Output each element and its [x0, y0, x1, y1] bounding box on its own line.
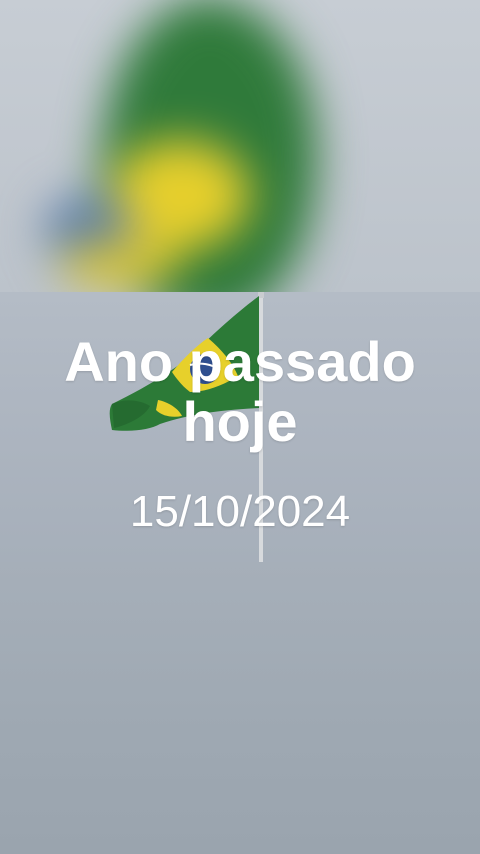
blurred-background-top: [0, 0, 480, 292]
post-date: 15/10/2024: [129, 487, 351, 536]
headline-line-1: Ano passado: [64, 330, 416, 393]
blurred-background-bottom: [0, 562, 480, 854]
story-screen[interactable]: Ano passado hoje 15/10/2024: [0, 0, 480, 854]
headline: Ano passado hoje: [0, 332, 480, 452]
headline-line-2: hoje: [182, 390, 298, 453]
